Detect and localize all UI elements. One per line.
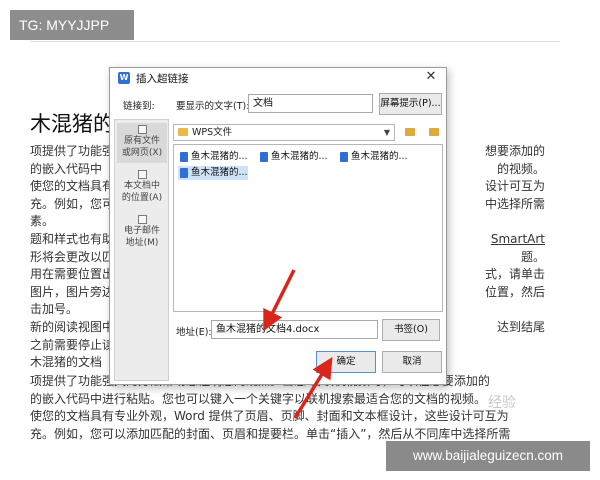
- site-watermark-badge: www.baijialeguizecn.com: [386, 441, 590, 471]
- document-line-right-text: 的视频。: [496, 161, 545, 176]
- document-line-left-text: 图片，图片旁边: [30, 284, 115, 299]
- document-line-right-text: 达到结尾: [496, 319, 545, 334]
- document-line-right-text: 设计可互为: [484, 179, 545, 194]
- document-title: 木混猪的: [30, 112, 114, 136]
- document-line-left-text: 的嵌入代码中: [30, 161, 103, 176]
- nav-existing-file-web[interactable]: 原有文件 或网页(X): [117, 123, 167, 163]
- folder-select-value: WPS文件: [192, 127, 233, 138]
- document-line-right-text: 题。: [520, 249, 545, 264]
- display-text-input[interactable]: 文档: [248, 94, 373, 113]
- cancel-button[interactable]: 取消: [382, 351, 442, 373]
- wps-doc-icon: [260, 152, 268, 162]
- folder-icon: [178, 128, 188, 136]
- address-label: 地址(E):: [176, 327, 212, 338]
- document-line-left-text: 使您的文档具有: [30, 179, 115, 194]
- document-line-right-text: SmartArt: [490, 231, 545, 246]
- nav-place-in-document[interactable]: 本文档中 的位置(A): [117, 168, 167, 208]
- document-line: 使您的文档具有专业外观，Word 提供了页眉、页脚、封面和文本框设计，这些设计可…: [30, 408, 510, 426]
- document-header-rule: [30, 41, 560, 42]
- file-item[interactable]: 鱼木混猪的...: [258, 150, 328, 164]
- browse-folder-button[interactable]: [426, 125, 442, 140]
- document-line-left-text: 用在需要位置出: [30, 267, 115, 282]
- nav-place-label: 本文档中 的位置(A): [121, 181, 163, 203]
- document-line-right-text: 位置，然后: [484, 284, 545, 299]
- folder-up-button[interactable]: [402, 125, 418, 140]
- wps-app-icon: W: [118, 72, 130, 84]
- file-item-name: 鱼木混猪的...: [191, 167, 248, 178]
- document-line-right-text: 式，请单击: [484, 267, 545, 282]
- nav-email-label: 电子邮件 地址(M): [123, 226, 160, 248]
- dialog-title: 插入超链接: [136, 73, 189, 85]
- file-item[interactable]: 鱼木混猪的...: [178, 150, 248, 164]
- display-text-label: 要显示的文字(T):: [176, 101, 250, 112]
- file-web-icon: [137, 125, 147, 134]
- document-line-left-text: 木混猪的文档: [30, 355, 103, 370]
- address-input[interactable]: 鱼木混猪的文档4.docx: [211, 320, 378, 339]
- chevron-down-icon: ▼: [383, 128, 390, 137]
- link-to-label: 链接到:: [123, 101, 155, 112]
- ok-button[interactable]: 确定: [316, 351, 376, 373]
- document-line-left-text: 项提供了功能强: [30, 144, 115, 158]
- document-line-text: 的嵌入代码中进行粘贴。您也可以键入一个关键字以联机搜索最适合您的文档的视频。: [30, 391, 487, 406]
- bookmark-button[interactable]: 书签(O): [382, 319, 440, 341]
- screentip-button[interactable]: 屏幕提示(P)...: [379, 93, 442, 115]
- document-line-left-text: 充。例如，您可: [30, 196, 115, 211]
- document-line-text: 使您的文档具有专业外观，Word 提供了页眉、页脚、封面和文本框设计，这些设计可…: [30, 409, 509, 424]
- document-line-right-text: 中选择所需: [484, 196, 545, 211]
- document-line-left-text: 形将会更改以匹: [30, 249, 115, 264]
- document-line: 的嵌入代码中进行粘贴。您也可以键入一个关键字以联机搜索最适合您的文档的视频。: [30, 391, 510, 409]
- file-item-name: 鱼木混猪的...: [191, 151, 248, 162]
- nav-existing-file-label: 原有文件 或网页(X): [121, 136, 163, 158]
- document-place-icon: [137, 170, 147, 179]
- document-line-left-text: 新的阅读视图中: [30, 319, 115, 334]
- tg-watermark-badge: TG: MYYJJPP: [10, 10, 134, 40]
- open-folder-icon: [429, 128, 439, 136]
- document-line-left-text: 击加号。: [30, 302, 79, 317]
- document-line-left-text: 题和样式也有助: [30, 231, 115, 246]
- wps-doc-icon: [340, 152, 348, 162]
- email-icon: [137, 215, 147, 224]
- faint-watermark: 经验: [488, 395, 516, 411]
- close-icon[interactable]: ✕: [424, 70, 438, 84]
- file-list: 鱼木混猪的... 鱼木混猪的... 鱼木混猪的... 鱼木混猪的...: [173, 144, 443, 312]
- insert-hyperlink-dialog: W 插入超链接 ✕ 链接到: 要显示的文字(T): 文档 屏幕提示(P)... …: [109, 67, 447, 385]
- link-type-nav: 原有文件 或网页(X) 本文档中 的位置(A) 电子邮件 地址(M): [114, 119, 169, 381]
- wps-doc-icon: [180, 152, 188, 162]
- document-line-right-text: 想要添加的: [484, 144, 545, 158]
- document-line-left-text: 素。: [30, 214, 55, 229]
- folder-select[interactable]: WPS文件 ▼: [173, 124, 395, 141]
- file-item-name: 鱼木混猪的...: [271, 151, 328, 162]
- file-item-name: 鱼木混猪的...: [351, 151, 408, 162]
- file-item[interactable]: 鱼木混猪的...: [338, 150, 408, 164]
- wps-doc-icon: [180, 168, 188, 178]
- folder-up-icon: [405, 128, 415, 136]
- file-item-selected[interactable]: 鱼木混猪的...: [178, 166, 248, 180]
- dialog-titlebar: W 插入超链接 ✕: [110, 68, 446, 88]
- document-line-left-text: 之前需要停止读: [30, 337, 115, 352]
- nav-email-address[interactable]: 电子邮件 地址(M): [117, 213, 167, 253]
